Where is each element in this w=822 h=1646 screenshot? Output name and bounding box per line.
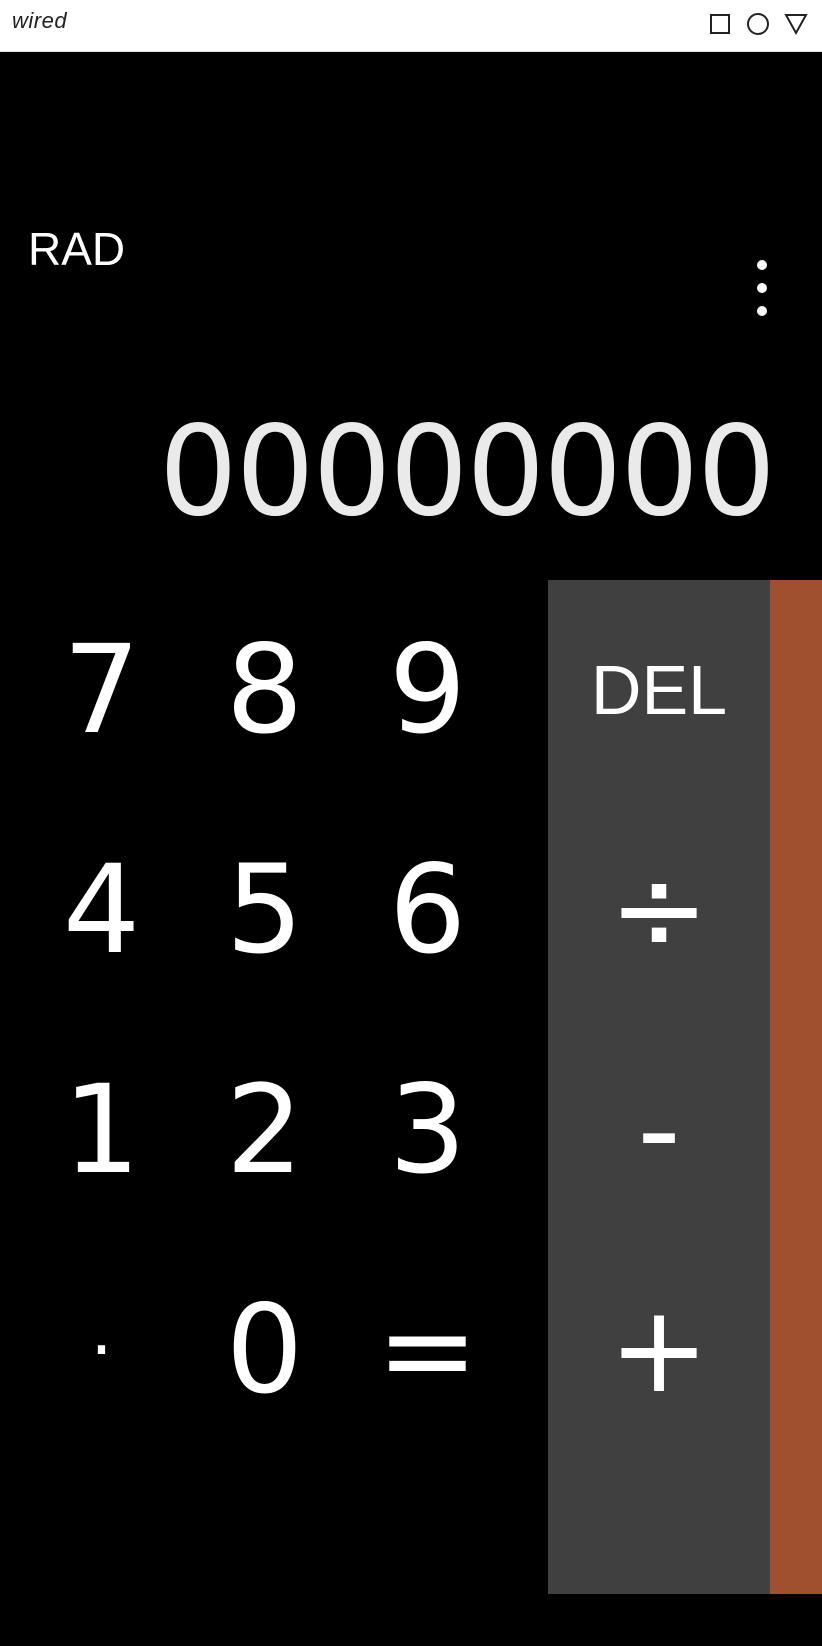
equals-key[interactable]: = [346,1240,509,1460]
angle-mode-toggle[interactable]: RAD [28,222,125,276]
key-1[interactable]: 1 [20,1020,183,1240]
delete-button[interactable]: DEL [548,580,770,800]
key-2[interactable]: 2 [183,1020,346,1240]
key-4[interactable]: 4 [20,800,183,1020]
system-icons [708,12,808,36]
key-8[interactable]: 8 [183,580,346,800]
circle-icon[interactable] [746,12,770,36]
key-3[interactable]: 3 [346,1020,509,1240]
menu-dot [757,283,767,293]
menu-dot [757,260,767,270]
triangle-icon[interactable] [784,12,808,36]
overflow-menu-icon[interactable] [748,260,776,316]
square-icon[interactable] [708,12,732,36]
decimal-point-key[interactable]: · [20,1240,183,1460]
advanced-panel-handle[interactable] [770,580,822,1594]
key-6[interactable]: 6 [346,800,509,1020]
key-0[interactable]: 0 [183,1240,346,1460]
brand-label: wired [12,8,68,33]
status-bar: wired [0,0,822,52]
key-7[interactable]: 7 [20,580,183,800]
menu-dot [757,306,767,316]
result-display: 00000000 [158,400,776,544]
divide-button[interactable]: ÷ [548,800,770,1020]
subtract-button[interactable]: - [548,1020,770,1240]
add-button[interactable]: + [548,1240,770,1460]
digit-keypad: 7 8 9 4 5 6 1 2 3 · 0 = [0,580,548,1594]
operator-panel: DEL ÷ - + [548,580,770,1594]
key-5[interactable]: 5 [183,800,346,1020]
key-9[interactable]: 9 [346,580,509,800]
